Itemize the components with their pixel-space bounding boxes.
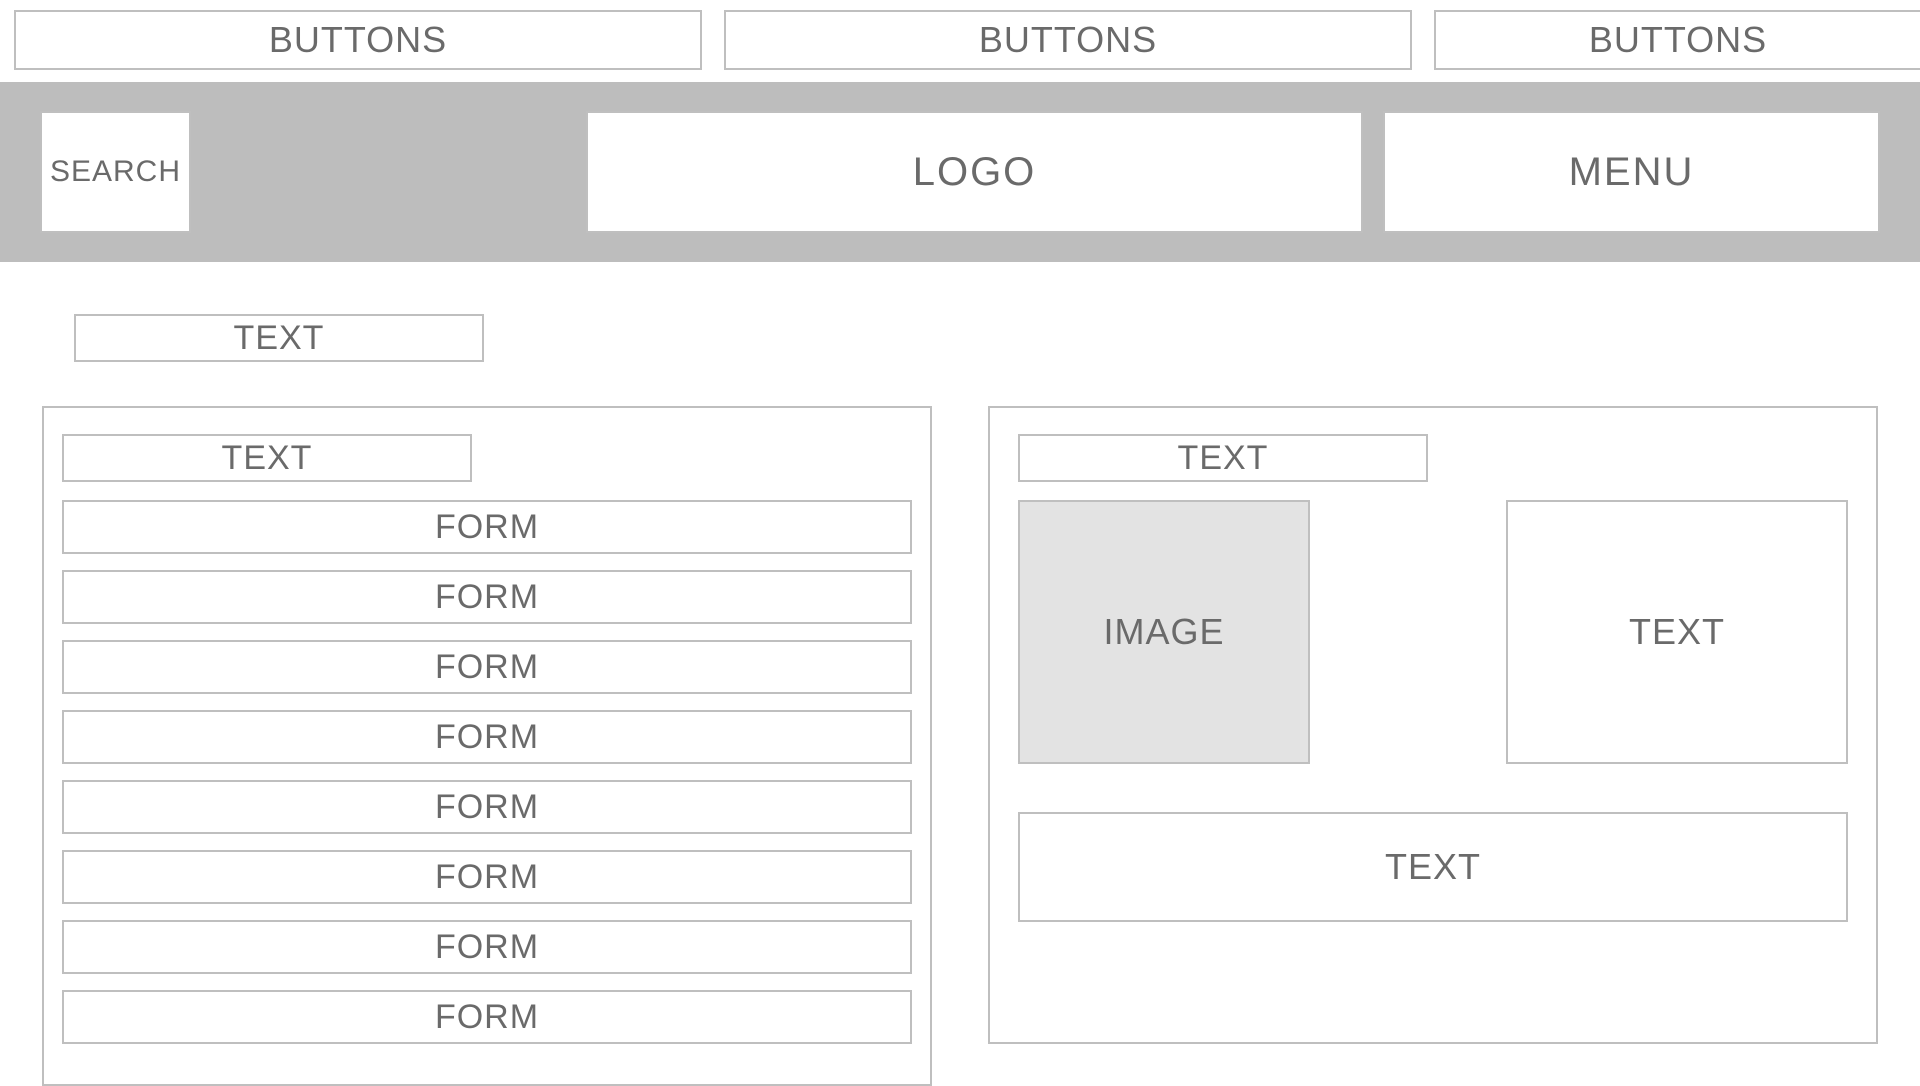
content-row: TEXT FORM FORM FORM FORM FORM FORM FORM … [0, 362, 1920, 1086]
top-button-3[interactable]: BUTTONS [1434, 10, 1920, 70]
form-row[interactable]: FORM [62, 710, 912, 764]
text-box-small: TEXT [1506, 500, 1848, 764]
form-row[interactable]: FORM [62, 990, 912, 1044]
page-title: TEXT [74, 314, 484, 362]
menu-button[interactable]: MENU [1383, 111, 1880, 233]
form-row[interactable]: FORM [62, 570, 912, 624]
top-button-1[interactable]: BUTTONS [14, 10, 702, 70]
search-box[interactable]: SEARCH [40, 111, 191, 233]
text-box-wide: TEXT [1018, 812, 1848, 922]
form-row[interactable]: FORM [62, 780, 912, 834]
right-panel: TEXT IMAGE TEXT TEXT [988, 406, 1878, 1044]
form-row[interactable]: FORM [62, 500, 912, 554]
top-button-2[interactable]: BUTTONS [724, 10, 1412, 70]
right-panel-title: TEXT [1018, 434, 1428, 482]
image-placeholder: IMAGE [1018, 500, 1310, 764]
left-panel: TEXT FORM FORM FORM FORM FORM FORM FORM … [42, 406, 932, 1086]
logo: LOGO [586, 111, 1363, 233]
form-row[interactable]: FORM [62, 640, 912, 694]
left-panel-title: TEXT [62, 434, 472, 482]
media-row: IMAGE TEXT [1018, 500, 1848, 764]
top-buttons-row: BUTTONS BUTTONS BUTTONS [0, 0, 1920, 70]
header-bar: SEARCH LOGO MENU [0, 82, 1920, 262]
form-row[interactable]: FORM [62, 920, 912, 974]
form-row[interactable]: FORM [62, 850, 912, 904]
